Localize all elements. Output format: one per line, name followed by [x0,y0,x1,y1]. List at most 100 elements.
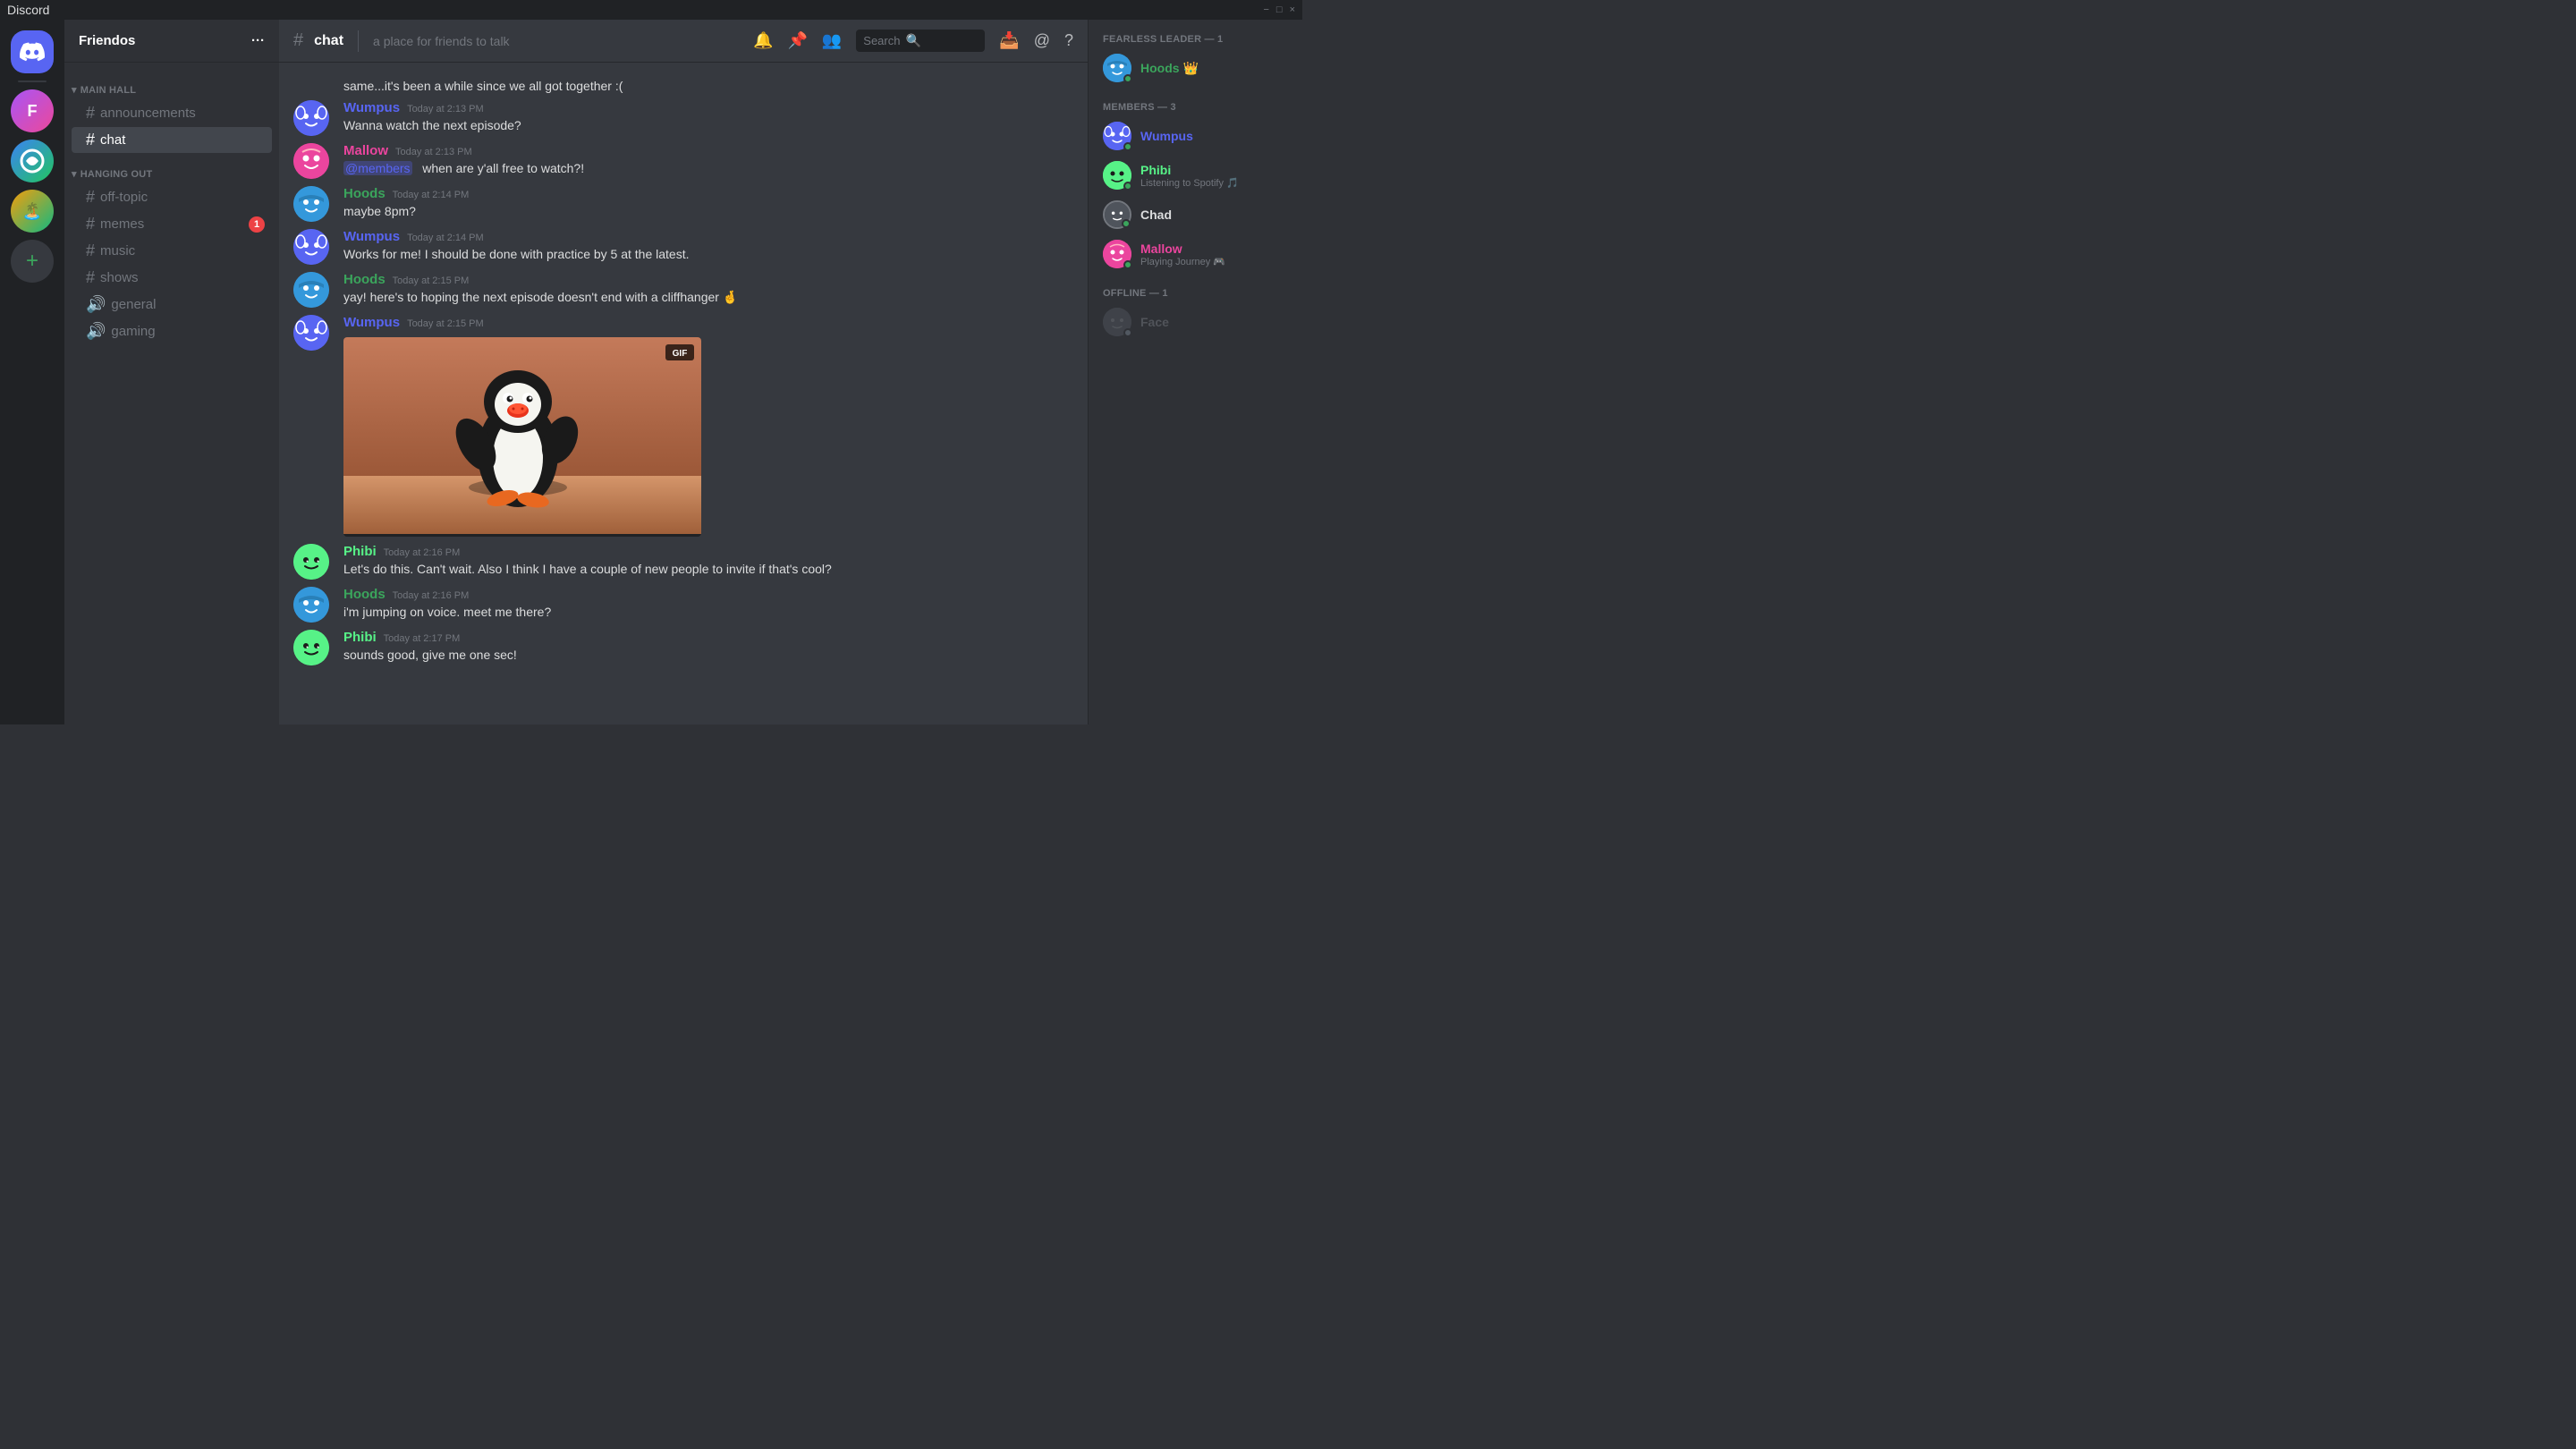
section-fearless-leader: FEARLESS LEADER — 1 [1096,34,1295,48]
status-dot-offline [1123,328,1132,337]
server-icon-1[interactable]: F [11,89,54,132]
message-timestamp: Today at 2:14 PM [407,233,484,243]
member-hoods-leader[interactable]: Hoods 👑 [1096,48,1295,88]
search-box[interactable]: Search 🔍 [856,30,985,52]
message-username: Hoods [343,272,386,287]
message-content-mallow-1: Mallow Today at 2:13 PM @members when ar… [343,143,1073,179]
channel-music[interactable]: # music [72,238,272,264]
chat-header: # chat a place for friends to talk 🔔 📌 👥… [279,20,1088,63]
message-content-hoods-2: Hoods Today at 2:15 PM yay! here's to ho… [343,272,1073,308]
avatar-phibi-2 [293,630,329,665]
message-text: sounds good, give me one sec! [343,647,1073,665]
channel-shows[interactable]: # shows [72,265,272,291]
category-label: HANGING OUT [80,169,153,180]
avatar-wumpus [293,100,329,136]
channel-memes[interactable]: # memes 1 [72,211,272,237]
add-server-button[interactable]: + [11,240,54,283]
message-group-phibi-1: Phibi Today at 2:16 PM Let's do this. Ca… [279,540,1088,583]
section-members: MEMBERS — 3 [1096,88,1295,116]
member-avatar-mallow [1103,240,1131,268]
search-icon: 🔍 [905,33,920,48]
text-channel-icon: # [86,268,95,287]
message-group-hoods-1: Hoods Today at 2:14 PM maybe 8pm? [279,182,1088,225]
message-username: Wumpus [343,315,400,330]
message-text: i'm jumping on voice. meet me there? [343,604,1073,622]
discord-home-button[interactable] [11,30,54,73]
voice-channel-icon: 🔊 [86,295,106,314]
member-info-phibi: Phibi Listening to Spotify 🎵 [1140,163,1288,189]
member-avatar-wumpus [1103,122,1131,150]
members-list-icon[interactable]: 👥 [822,31,842,50]
svg-text:GIF: GIF [673,349,688,359]
server-options-icon[interactable]: ··· [251,33,265,48]
channel-announcements[interactable]: # announcements [72,100,272,126]
server-name-header[interactable]: Friendos ··· [64,20,279,63]
message-header: Phibi Today at 2:16 PM [343,544,1073,559]
message-text: @members when are y'all free to watch?! [343,160,1073,178]
section-offline: OFFLINE — 1 [1096,274,1295,302]
maximize-button[interactable]: □ [1276,4,1283,15]
message-content-hoods-1: Hoods Today at 2:14 PM maybe 8pm? [343,186,1073,222]
channel-sidebar: Friendos ··· ▾ MAIN HALL # announcements… [64,20,279,724]
message-header: Hoods Today at 2:16 PM [343,587,1073,602]
message-username: Hoods [343,587,386,602]
message-text: same...it's been a while since we all go… [343,79,623,93]
message-group-wumpus-1: Wumpus Today at 2:13 PM Wanna watch the … [279,97,1088,140]
chat-channel-topic: a place for friends to talk [373,34,510,48]
channel-name-announcements: announcements [100,106,265,121]
member-info-face: Face [1140,315,1288,329]
channel-chat[interactable]: # chat 👤+ ⚙ [72,127,272,153]
member-info-wumpus: Wumpus [1140,129,1288,143]
text-channel-icon: # [86,215,95,233]
server-icon-3[interactable]: 🏝️ [11,190,54,233]
avatar-wumpus-gif [293,315,329,351]
member-mallow[interactable]: Mallow Playing Journey 🎮 [1096,234,1295,274]
notification-bell-icon[interactable]: 🔔 [753,31,773,50]
server-icon-2[interactable] [11,140,54,182]
mention-icon[interactable]: @ [1034,31,1050,50]
channel-gaming-voice[interactable]: 🔊 gaming [72,318,272,344]
titlebar-title: Discord [7,3,49,17]
status-dot-online [1123,142,1132,151]
message-text: Works for me! I should be done with prac… [343,246,1073,264]
message-header: Wumpus Today at 2:13 PM [343,100,1073,115]
message-content-phibi-2: Phibi Today at 2:17 PM sounds good, give… [343,630,1073,665]
member-face[interactable]: Face [1096,302,1295,342]
member-info-mallow: Mallow Playing Journey 🎮 [1140,242,1288,267]
member-name-hoods: Hoods [1140,61,1180,75]
category-main-hall[interactable]: ▾ MAIN HALL [64,70,279,99]
close-button[interactable]: × [1290,4,1295,15]
server-sidebar: F 🏝️ + [0,20,64,724]
status-dot-online [1122,219,1131,228]
category-hanging-out[interactable]: ▾ HANGING OUT [64,154,279,183]
messages-container: same...it's been a while since we all go… [279,63,1088,724]
message-timestamp: Today at 2:17 PM [384,633,461,644]
main-content: # chat a place for friends to talk 🔔 📌 👥… [279,20,1088,724]
status-dot-online [1123,260,1132,269]
app: F 🏝️ + Friendos ··· ▾ MAIN HALL # announ… [0,20,1302,724]
help-icon[interactable]: ? [1064,31,1073,50]
channel-off-topic[interactable]: # off-topic [72,184,272,210]
member-phibi[interactable]: Phibi Listening to Spotify 🎵 [1096,156,1295,195]
message-timestamp: Today at 2:16 PM [393,590,470,601]
download-icon[interactable]: 📥 [999,31,1019,50]
message-content-wumpus-2: Wumpus Today at 2:14 PM Works for me! I … [343,229,1073,265]
message-group-wumpus-gif: Wumpus Today at 2:15 PM [279,311,1088,540]
message-timestamp: Today at 2:13 PM [407,104,484,114]
pin-icon[interactable]: 📌 [787,31,807,50]
channel-general-voice[interactable]: 🔊 general [72,292,272,318]
message-group-phibi-2: Phibi Today at 2:17 PM sounds good, give… [279,626,1088,669]
chat-header-actions: 🔔 📌 👥 Search 🔍 📥 @ ? [753,30,1073,52]
minimize-button[interactable]: − [1263,4,1268,15]
member-name-wumpus: Wumpus [1140,129,1193,143]
message-text: yay! here's to hoping the next episode d… [343,289,1073,307]
avatar-hoods-1 [293,186,329,222]
member-chad[interactable]: Chad [1096,195,1295,234]
message-header: Hoods Today at 2:14 PM [343,186,1073,201]
member-wumpus[interactable]: Wumpus [1096,116,1295,156]
search-placeholder: Search [863,34,900,47]
message-timestamp: Today at 2:14 PM [393,190,470,200]
pingu-svg: GIF [343,337,701,534]
status-dot-online [1123,74,1132,83]
chat-header-divider [358,30,359,52]
